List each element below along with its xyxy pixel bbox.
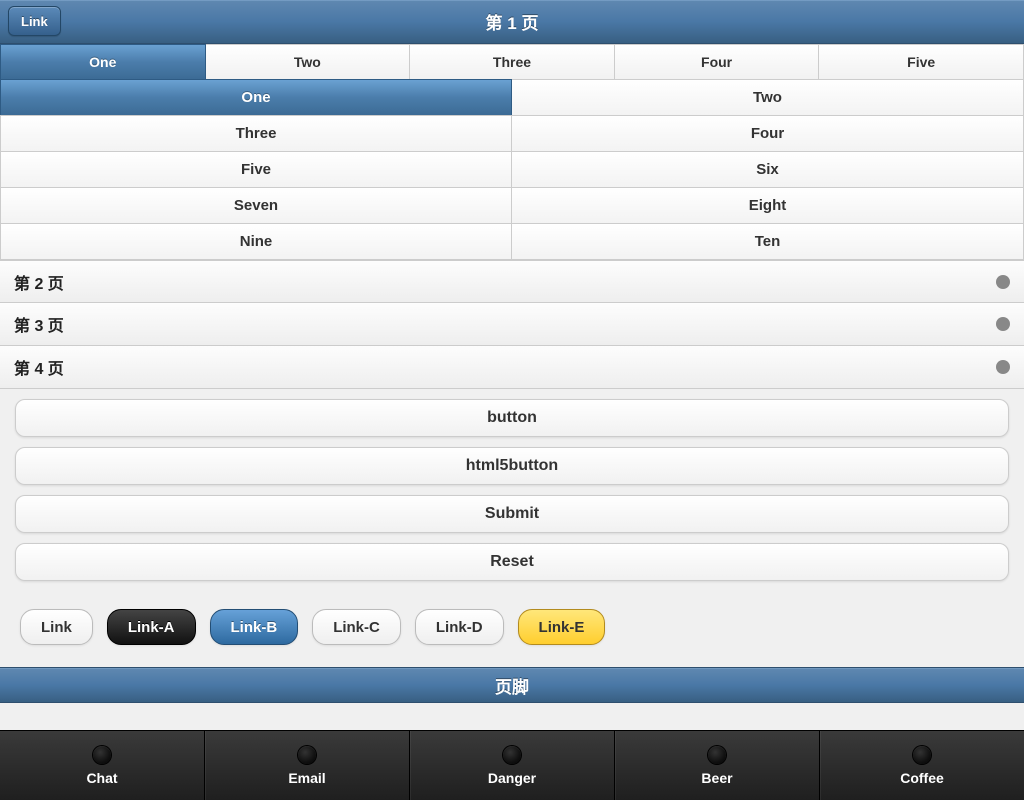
segment-one[interactable]: One (0, 44, 206, 80)
grid-cell-two[interactable]: Two (512, 79, 1024, 116)
grid-cell-nine[interactable]: Nine (0, 223, 512, 260)
pill-link[interactable]: Link (20, 609, 93, 645)
segment-label: Four (701, 54, 732, 70)
header-link-label: Link (21, 14, 48, 29)
tab-label: Beer (701, 770, 732, 786)
pill-link-e[interactable]: Link-E (518, 609, 606, 645)
tab-label: Chat (86, 770, 117, 786)
pill-label: Link-D (436, 619, 483, 636)
segment-four[interactable]: Four (615, 44, 820, 80)
html5button-button[interactable]: html5button (15, 447, 1009, 485)
reset-button[interactable]: Reset (15, 543, 1009, 581)
grid-cell-label: Two (753, 89, 782, 106)
grid-cell-label: Seven (234, 197, 278, 214)
button-button[interactable]: button (15, 399, 1009, 437)
list-item-page2[interactable]: 第 2 页 (0, 260, 1024, 303)
list-item-page3[interactable]: 第 3 页 (0, 303, 1024, 346)
button-label: button (487, 409, 537, 427)
segment-label: Five (907, 54, 935, 70)
footer-title: 页脚 (495, 673, 529, 698)
grid-cell-ten[interactable]: Ten (512, 223, 1024, 260)
segmented-control: One Two Three Four Five (0, 44, 1024, 80)
grid-cell-five[interactable]: Five (0, 151, 512, 188)
footer-bar: 页脚 (0, 667, 1024, 703)
pill-link-d[interactable]: Link-D (415, 609, 504, 645)
button-label: Submit (485, 505, 539, 523)
grid-cell-three[interactable]: Three (0, 115, 512, 152)
tab-beer[interactable]: Beer (615, 731, 820, 800)
pill-label: Link-C (333, 619, 380, 636)
pill-link-c[interactable]: Link-C (312, 609, 401, 645)
tab-bar: Chat Email Danger Beer Coffee (0, 730, 1024, 800)
segment-label: Two (294, 54, 321, 70)
tab-label: Danger (488, 770, 536, 786)
pill-label: Link-E (539, 619, 585, 636)
grid-cell-label: Five (241, 161, 271, 178)
button-label: Reset (490, 553, 534, 571)
grid-buttons: One Two Three Four Five Six Seven Eight … (0, 80, 1024, 260)
list-item-label: 第 2 页 (14, 270, 64, 294)
pill-link-a[interactable]: Link-A (107, 609, 196, 645)
button-label: html5button (466, 457, 558, 475)
header-link-button[interactable]: Link (8, 6, 61, 36)
list-item-label: 第 4 页 (14, 355, 64, 379)
segment-two[interactable]: Two (206, 44, 411, 80)
submit-button[interactable]: Submit (15, 495, 1009, 533)
segment-three[interactable]: Three (410, 44, 615, 80)
danger-icon (503, 746, 521, 764)
grid-cell-seven[interactable]: Seven (0, 187, 512, 224)
segment-label: Three (493, 54, 531, 70)
grid-cell-four[interactable]: Four (512, 115, 1024, 152)
grid-cell-label: Four (751, 125, 784, 142)
big-button-column: button html5button Submit Reset (0, 389, 1024, 581)
pill-label: Link-A (128, 619, 175, 636)
tab-label: Email (288, 770, 325, 786)
tab-danger[interactable]: Danger (410, 731, 615, 800)
grid-cell-label: One (241, 89, 270, 106)
header-bar: Link 第 1 页 (0, 0, 1024, 44)
grid-cell-label: Nine (240, 233, 273, 250)
disclosure-dot-icon (996, 275, 1010, 289)
beer-icon (708, 746, 726, 764)
segment-label: One (89, 54, 116, 70)
grid-cell-label: Ten (755, 233, 781, 250)
chat-icon (93, 746, 111, 764)
coffee-icon (913, 746, 931, 764)
pill-link-b[interactable]: Link-B (210, 609, 299, 645)
disclosure-dot-icon (996, 360, 1010, 374)
pill-label: Link-B (231, 619, 278, 636)
pill-button-row: Link Link-A Link-B Link-C Link-D Link-E (0, 591, 1024, 667)
grid-cell-eight[interactable]: Eight (512, 187, 1024, 224)
tab-email[interactable]: Email (205, 731, 410, 800)
grid-cell-one[interactable]: One (0, 79, 512, 116)
email-icon (298, 746, 316, 764)
grid-cell-six[interactable]: Six (512, 151, 1024, 188)
grid-cell-label: Eight (749, 197, 787, 214)
page-list: 第 2 页 第 3 页 第 4 页 (0, 260, 1024, 389)
segment-five[interactable]: Five (819, 44, 1024, 80)
tab-coffee[interactable]: Coffee (820, 731, 1024, 800)
grid-cell-label: Six (756, 161, 779, 178)
list-item-page4[interactable]: 第 4 页 (0, 346, 1024, 389)
tab-label: Coffee (900, 770, 944, 786)
disclosure-dot-icon (996, 317, 1010, 331)
pill-label: Link (41, 619, 72, 636)
list-item-label: 第 3 页 (14, 312, 64, 336)
grid-cell-label: Three (236, 125, 277, 142)
page-title: 第 1 页 (486, 9, 539, 34)
tab-chat[interactable]: Chat (0, 731, 205, 800)
